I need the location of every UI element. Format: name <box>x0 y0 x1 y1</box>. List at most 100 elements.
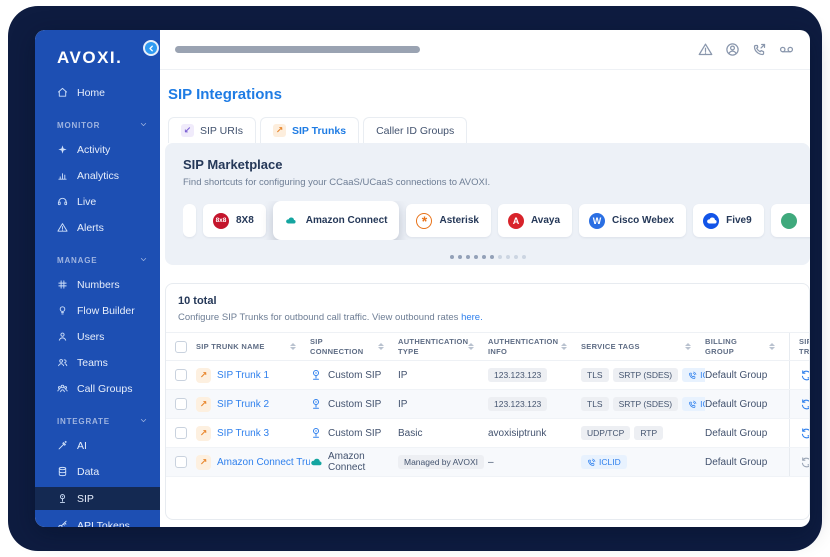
tab-sip-trunks[interactable]: ↗SIP Trunks <box>260 117 359 143</box>
sidebar-item-numbers[interactable]: Numbers <box>35 274 160 295</box>
carousel-dot[interactable] <box>450 255 454 259</box>
trunk-name-cell: ↗SIP Trunk 3 <box>196 426 310 441</box>
table-row: ↗SIP Trunk 3Custom SIPBasicavoxisiptrunk… <box>166 419 809 448</box>
marketplace-card-asterisk[interactable]: *Asterisk <box>406 204 490 237</box>
Amazon Connect-logo-icon <box>283 213 299 229</box>
voicemail-icon[interactable] <box>779 42 794 57</box>
sidebar-item-label: Data <box>77 466 99 478</box>
row-checkbox[interactable] <box>175 398 187 410</box>
marketplace-title: SIP Marketplace <box>183 157 810 172</box>
carousel-dot[interactable] <box>482 255 486 259</box>
table-description: Configure SIP Trunks for outbound call t… <box>166 307 809 332</box>
sidebar-item-alerts[interactable]: Alerts <box>35 217 160 238</box>
sort-icon[interactable] <box>685 343 691 350</box>
sort-icon[interactable] <box>468 343 474 350</box>
billing-group-cell: Default Group <box>705 428 789 439</box>
sidebar-item-live[interactable]: Live <box>35 191 160 212</box>
auth-info-cell: 123.123.123 <box>488 397 581 411</box>
carousel-dot[interactable] <box>474 255 478 259</box>
carousel-dot[interactable] <box>514 255 518 259</box>
service-tags-cell: ICLID <box>581 455 705 469</box>
sidebar-section-manage[interactable]: MANAGE <box>35 252 160 268</box>
alert-triangle-icon[interactable] <box>698 42 713 57</box>
avoxi-logo: AVOXI. <box>35 42 160 82</box>
sync-refresh-icon[interactable] <box>799 426 810 441</box>
service-tag-iclid: ICLID <box>581 455 627 469</box>
auth-type-cell: IP <box>398 399 488 410</box>
sync-refresh-icon[interactable] <box>799 368 810 383</box>
carousel-dot[interactable] <box>522 255 526 259</box>
main-area: SIP Integrations ↙SIP URIs↗SIP TrunksCal… <box>160 30 810 527</box>
service-tag-srtpsdes: SRTP (SDES) <box>613 397 679 411</box>
row-checkbox[interactable] <box>175 427 187 439</box>
sidebar-item-sip[interactable]: SIP <box>35 487 160 510</box>
carousel-dot[interactable] <box>458 255 462 259</box>
sidebar-collapse-button[interactable] <box>143 40 159 56</box>
sidebar-section-monitor[interactable]: MONITOR <box>35 117 160 133</box>
auth-type-text: IP <box>398 370 407 381</box>
Avaya-logo-icon: A <box>508 213 524 229</box>
marketplace-card-label: Amazon Connect <box>306 215 388 226</box>
outbound-rates-link[interactable]: here. <box>461 312 483 323</box>
sort-icon[interactable] <box>561 343 567 350</box>
carousel-dot[interactable] <box>490 255 494 259</box>
arrow-up-right-icon: ↗ <box>196 455 211 470</box>
description-text: Configure SIP Trunks for outbound call t… <box>178 312 461 323</box>
row-checkbox-cell <box>166 369 196 381</box>
trunk-name-link[interactable]: SIP Trunk 3 <box>217 428 269 439</box>
sort-icon[interactable] <box>378 343 384 350</box>
row-checkbox[interactable] <box>175 456 187 468</box>
carousel-dot[interactable] <box>466 255 470 259</box>
sidebar-item-analytics[interactable]: Analytics <box>35 165 160 186</box>
sidebar-item-label: Home <box>77 87 105 99</box>
sidebar-item-call-groups[interactable]: Call Groups <box>35 378 160 399</box>
billing-group-text: Default Group <box>705 370 767 381</box>
account-circle-icon[interactable] <box>725 42 740 57</box>
arrow-up-right-icon: ↗ <box>196 397 211 412</box>
service-tags-cell: UDP/TCPRTP <box>581 426 705 440</box>
sidebar-item-activity[interactable]: Activity <box>35 139 160 160</box>
sync-refresh-icon[interactable] <box>799 397 810 412</box>
org-name-placeholder <box>175 46 420 53</box>
carousel-dot[interactable] <box>506 255 510 259</box>
trunk-name-cell: ↗ SIP Trunk 1 <box>196 368 310 383</box>
sidebar-item-users[interactable]: Users <box>35 326 160 347</box>
arrow-up-right-icon: ↗ <box>196 368 211 383</box>
trunk-name-link[interactable]: SIP Trunk 2 <box>217 399 269 410</box>
column-header-ainfo: AUTHENTICATION INFO <box>488 337 581 356</box>
marketplace-card-cisco-webex[interactable]: WCisco Webex <box>579 204 686 237</box>
marketplace-card-partial[interactable] <box>771 204 810 237</box>
sidebar-item-teams[interactable]: Teams <box>35 352 160 373</box>
sidebar-item-ai[interactable]: AI <box>35 435 160 456</box>
marketplace-card-8x8[interactable]: 8x88X8 <box>203 204 266 237</box>
sip-trunks-table-card: 10 total Configure SIP Trunks for outbou… <box>165 283 810 520</box>
sidebar-item-data[interactable]: Data <box>35 461 160 482</box>
tab-caller-id-groups[interactable]: Caller ID Groups <box>363 117 467 143</box>
alerts-icon <box>57 222 68 233</box>
trunk-name-link[interactable]: SIP Trunk 1 <box>217 370 269 381</box>
sidebar-section-integrate[interactable]: INTEGRATE <box>35 413 160 429</box>
select-all-checkbox[interactable] <box>175 341 187 353</box>
page-title: SIP Integrations <box>168 86 810 103</box>
carousel-dot[interactable] <box>498 255 502 259</box>
sidebar-item-home[interactable]: Home <box>35 82 160 103</box>
sidebar-item-flow-builder[interactable]: Flow Builder <box>35 300 160 321</box>
tab-sip-uris[interactable]: ↙SIP URIs <box>168 117 256 143</box>
marketplace-card-amazon-connect[interactable]: Amazon Connect <box>273 201 400 240</box>
sort-icon[interactable] <box>290 343 296 350</box>
sidebar-item-api-tokens[interactable]: API Tokens <box>35 515 160 527</box>
tag-label: TLS <box>587 399 603 409</box>
marketplace-card-avaya[interactable]: AAvaya <box>498 204 572 237</box>
custom-sip-icon <box>310 427 322 439</box>
sync-cell <box>789 448 810 476</box>
marketplace-card-five9[interactable]: Five9 <box>693 204 764 237</box>
row-checkbox[interactable] <box>175 369 187 381</box>
sync-cell <box>789 361 810 389</box>
marketplace-card-previous-sliver[interactable] <box>183 204 196 237</box>
sip-icon <box>57 493 68 504</box>
phone-out-icon[interactable] <box>752 42 767 57</box>
trunk-name-link[interactable]: Amazon Connect Trunk <box>217 457 310 468</box>
column-header-tags: SERVICE TAGS <box>581 342 705 351</box>
sort-icon[interactable] <box>769 343 775 350</box>
home-icon <box>57 87 68 98</box>
